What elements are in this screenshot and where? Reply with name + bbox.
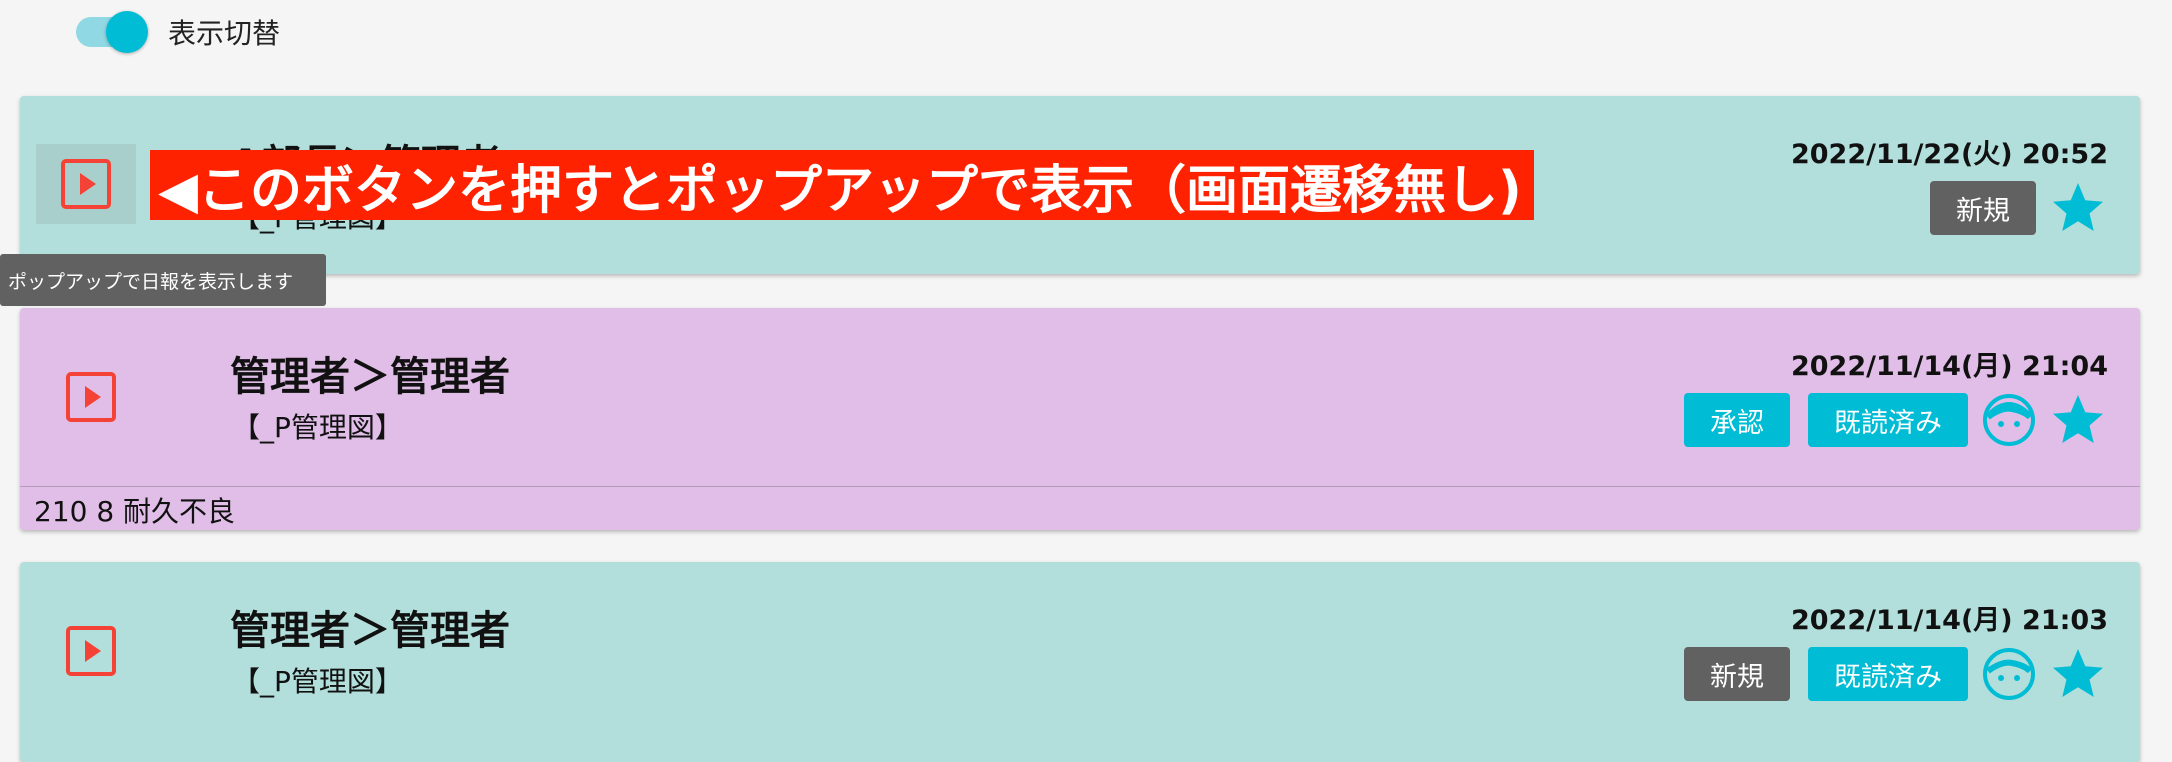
report-card[interactable]: 管理者＞管理者 【_P管理図】 2022/11/14(月) 21:04 承認 既… xyxy=(20,308,2140,530)
popup-play-button[interactable] xyxy=(60,620,122,682)
play-icon xyxy=(66,372,116,422)
star-icon[interactable] xyxy=(2048,644,2108,704)
view-toggle-label: 表示切替 xyxy=(168,17,281,50)
read-status-button[interactable]: 既読済み xyxy=(1808,393,1968,447)
status-new-button[interactable]: 新規 xyxy=(1930,181,2036,235)
report-actions: 承認 既読済み xyxy=(1666,390,2108,450)
report-title: 管理者＞管理者 xyxy=(230,354,510,400)
report-actions: 新規 既読済み xyxy=(1666,644,2108,704)
play-icon xyxy=(66,626,116,676)
report-date: 2022/11/14(月) 21:04 xyxy=(1790,351,2108,382)
card-divider xyxy=(20,486,2140,487)
report-date: 2022/11/22(火) 20:52 xyxy=(1790,139,2108,170)
popup-tooltip: ポップアップで日報を表示します xyxy=(0,254,326,306)
star-icon[interactable] xyxy=(2048,178,2108,238)
report-date: 2022/11/14(月) 21:03 xyxy=(1790,605,2108,636)
star-icon[interactable] xyxy=(2048,390,2108,450)
popup-play-button[interactable] xyxy=(60,366,122,428)
report-note: 210 8 耐久不良 xyxy=(34,495,236,528)
user-face-icon[interactable] xyxy=(1982,393,2036,447)
user-face-icon[interactable] xyxy=(1982,647,2036,701)
toggle-knob[interactable] xyxy=(106,11,148,53)
report-title: 管理者＞管理者 xyxy=(230,608,510,654)
status-new-button[interactable]: 新規 xyxy=(1684,647,1790,701)
report-subtitle: 【_P管理図】 xyxy=(232,411,403,444)
popup-play-button[interactable] xyxy=(36,144,136,224)
view-toggle-row: 表示切替 xyxy=(76,10,280,54)
report-actions: 新規 xyxy=(1912,178,2108,238)
report-card[interactable]: 管理者＞管理者 【_P管理図】 2022/11/14(月) 21:03 新規 既… xyxy=(20,562,2140,762)
read-status-button[interactable]: 既読済み xyxy=(1808,647,1968,701)
play-icon xyxy=(61,159,111,209)
approve-button[interactable]: 承認 xyxy=(1684,393,1790,447)
view-toggle-switch[interactable] xyxy=(76,11,148,53)
report-subtitle: 【_P管理図】 xyxy=(232,665,403,698)
annotation-banner: ◀このボタンを押すとポップアップで表示（画面遷移無し) xyxy=(150,150,1534,221)
